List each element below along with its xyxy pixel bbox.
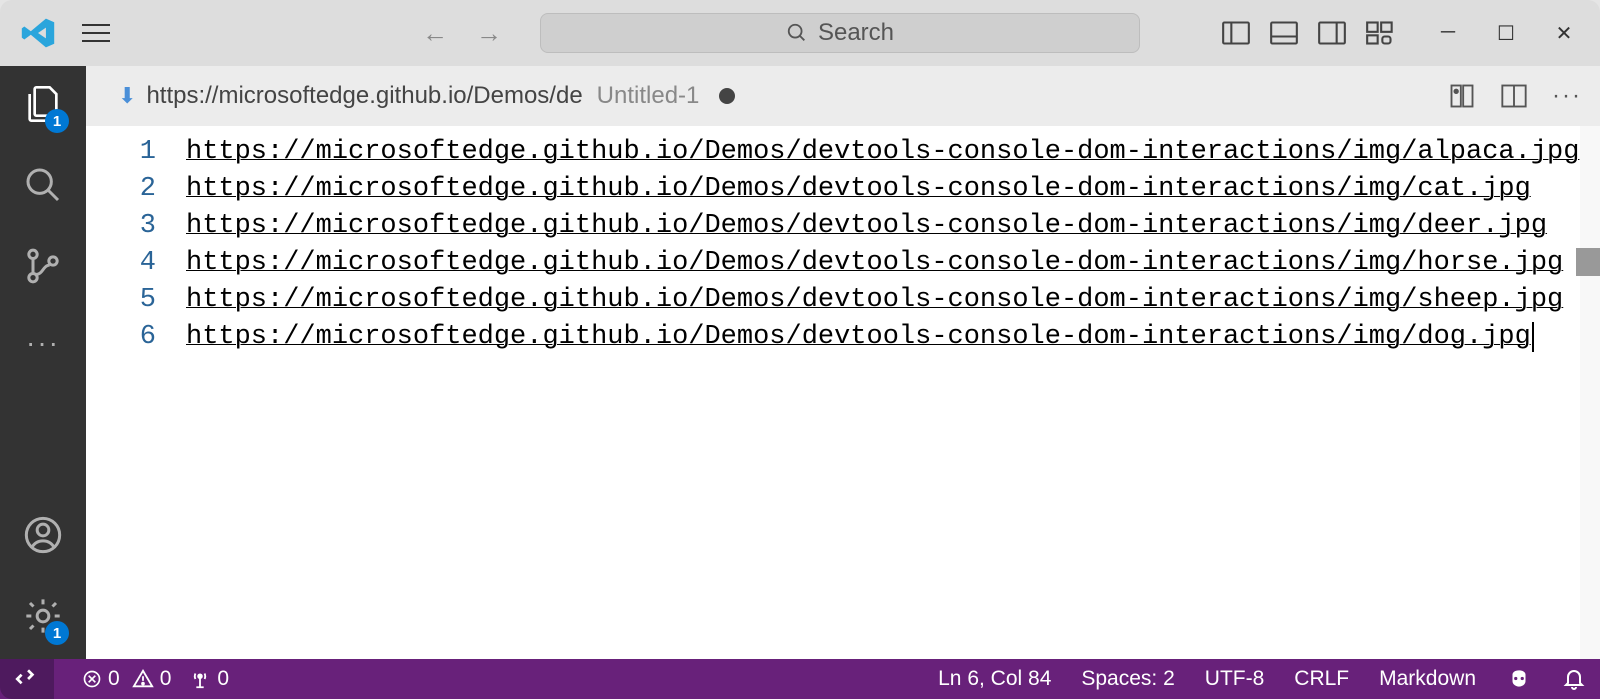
- editor-more-actions[interactable]: ···: [1552, 82, 1582, 110]
- code-line[interactable]: https://microsoftedge.github.io/Demos/de…: [186, 211, 1547, 241]
- warning-icon: [132, 668, 154, 690]
- activity-bar: 1 ··· 1: [0, 66, 86, 659]
- remote-indicator[interactable]: [0, 659, 54, 699]
- code-line[interactable]: https://microsoftedge.github.io/Demos/de…: [186, 248, 1563, 278]
- line-number-gutter: 1 2 3 4 5 6: [86, 126, 186, 659]
- activity-accounts[interactable]: [23, 515, 63, 560]
- status-cursor-position[interactable]: Ln 6, Col 84: [938, 667, 1051, 691]
- title-bar: ← → Search ─ ☐ ✕: [0, 0, 1600, 66]
- tab-filename: Untitled-1: [597, 82, 700, 110]
- window-close-button[interactable]: ✕: [1554, 21, 1574, 46]
- line-number: 2: [86, 171, 156, 208]
- menu-button[interactable]: [82, 17, 114, 49]
- bell-icon[interactable]: [1562, 667, 1586, 691]
- layout-sidebar-right-icon[interactable]: [1318, 21, 1346, 45]
- status-ports[interactable]: 0: [189, 667, 229, 691]
- activity-search[interactable]: [23, 165, 63, 210]
- nav-back-button[interactable]: ←: [422, 18, 448, 49]
- line-number: 5: [86, 282, 156, 319]
- line-number: 1: [86, 134, 156, 171]
- code-content[interactable]: https://microsoftedge.github.io/Demos/de…: [186, 126, 1600, 659]
- layout-panel-icon[interactable]: [1270, 21, 1298, 45]
- markdown-arrow-icon: ⬇: [118, 83, 136, 109]
- settings-badge: 1: [45, 621, 69, 645]
- error-icon: [82, 669, 102, 689]
- minimap[interactable]: [1580, 126, 1600, 659]
- tab-dirty-indicator: [719, 88, 735, 104]
- compare-changes-icon[interactable]: [1448, 82, 1476, 110]
- copilot-icon[interactable]: [1506, 666, 1532, 692]
- main-area: 1 ··· 1 ⬇ https://microsoftedge.github.i…: [0, 66, 1600, 659]
- editor-tab[interactable]: ⬇ https://microsoftedge.github.io/Demos/…: [98, 66, 755, 126]
- minimap-thumb[interactable]: [1576, 248, 1600, 276]
- window-maximize-button[interactable]: ☐: [1496, 21, 1516, 46]
- line-number: 4: [86, 245, 156, 282]
- error-count: 0: [108, 667, 120, 691]
- remote-icon: [14, 666, 40, 692]
- split-editor-icon[interactable]: [1500, 82, 1528, 110]
- text-cursor: [1532, 322, 1534, 352]
- activity-more[interactable]: ···: [26, 327, 60, 359]
- activity-settings[interactable]: 1: [23, 596, 63, 641]
- nav-forward-button[interactable]: →: [476, 18, 502, 49]
- window-minimize-button[interactable]: ─: [1438, 21, 1458, 46]
- status-problems[interactable]: 0 0: [82, 667, 171, 691]
- code-line[interactable]: https://microsoftedge.github.io/Demos/de…: [186, 137, 1579, 167]
- warning-count: 0: [160, 667, 172, 691]
- line-number: 6: [86, 319, 156, 356]
- code-line[interactable]: https://microsoftedge.github.io/Demos/de…: [186, 322, 1531, 352]
- ports-count: 0: [217, 667, 229, 691]
- code-line[interactable]: https://microsoftedge.github.io/Demos/de…: [186, 285, 1563, 315]
- tab-bar: ⬇ https://microsoftedge.github.io/Demos/…: [86, 66, 1600, 126]
- explorer-badge: 1: [45, 109, 69, 133]
- vscode-logo-icon: [20, 15, 56, 51]
- account-icon: [23, 515, 63, 555]
- status-eol[interactable]: CRLF: [1294, 667, 1349, 691]
- source-control-icon: [23, 246, 63, 286]
- activity-source-control[interactable]: [23, 246, 63, 291]
- status-encoding[interactable]: UTF-8: [1205, 667, 1265, 691]
- customize-layout-icon[interactable]: [1366, 21, 1394, 45]
- search-icon: [786, 22, 808, 44]
- editor-body[interactable]: 1 2 3 4 5 6 https://microsoftedge.github…: [86, 126, 1600, 659]
- code-line[interactable]: https://microsoftedge.github.io/Demos/de…: [186, 174, 1531, 204]
- tab-title: https://microsoftedge.github.io/Demos/de: [146, 82, 582, 110]
- radio-tower-icon: [189, 668, 211, 690]
- status-indentation[interactable]: Spaces: 2: [1081, 667, 1174, 691]
- ellipsis-icon: ···: [26, 327, 60, 358]
- editor-area: ⬇ https://microsoftedge.github.io/Demos/…: [86, 66, 1600, 659]
- activity-explorer[interactable]: 1: [23, 84, 63, 129]
- line-number: 3: [86, 208, 156, 245]
- command-center-search[interactable]: Search: [540, 13, 1140, 53]
- status-bar: 0 0 0 Ln 6, Col 84 Spaces: 2 UTF-8 CRLF …: [0, 659, 1600, 699]
- status-language-mode[interactable]: Markdown: [1379, 667, 1476, 691]
- search-placeholder: Search: [818, 19, 894, 47]
- search-icon: [23, 165, 63, 205]
- layout-sidebar-left-icon[interactable]: [1222, 21, 1250, 45]
